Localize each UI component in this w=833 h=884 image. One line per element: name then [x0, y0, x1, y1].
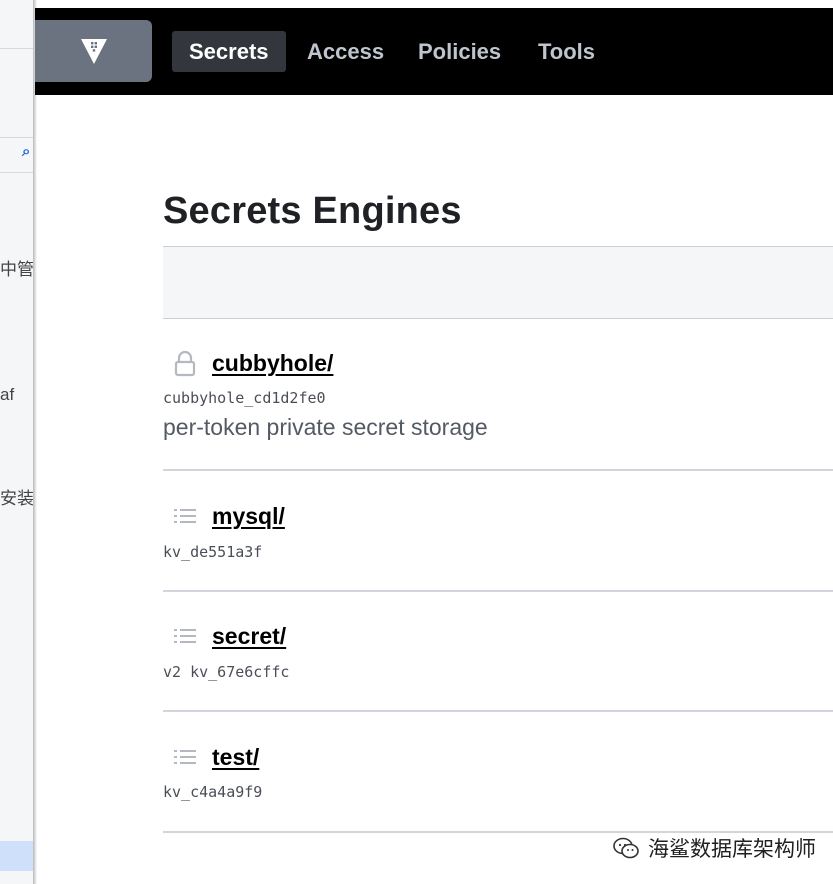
watermark-text: 海鲨数据库架构师 [648, 838, 816, 861]
engine-row-secret: secret/ v2 kv_67e6cffc [163, 592, 833, 712]
lock-icon [171, 349, 199, 377]
bg-text-fragment: af [0, 385, 15, 404]
nav-tab-policies[interactable]: Policies [401, 31, 518, 72]
page-title: Secrets Engines [163, 190, 462, 232]
nav-tab-tools[interactable]: Tools [521, 31, 612, 72]
toolbar [163, 246, 833, 319]
list-icon [171, 743, 199, 771]
background-window: ⌕ 中管 af 安装 [0, 0, 33, 884]
engine-row-cubbyhole: cubbyhole/ cubbyhole_cd1d2fe0 per-token … [163, 318, 833, 471]
list-icon [171, 502, 199, 530]
engine-row-test: test/ kv_c4a4a9f9 [163, 712, 833, 833]
engine-link-cubbyhole[interactable]: cubbyhole/ [212, 350, 333, 377]
nav-tab-access[interactable]: Access [290, 31, 401, 72]
bg-search-icon: ⌕ [22, 143, 31, 160]
watermark: 海鲨数据库架构师 [612, 833, 816, 863]
engine-accessor: kv_de551a3f [163, 543, 263, 561]
engine-link-secret[interactable]: secret/ [212, 623, 286, 650]
engine-link-test[interactable]: test/ [212, 744, 259, 771]
vault-logo-icon [80, 39, 107, 64]
bg-text-fragment: 中管 [0, 260, 33, 279]
bg-divider [0, 172, 33, 173]
bg-divider [0, 137, 33, 138]
engine-row-mysql: mysql/ kv_de551a3f [163, 471, 833, 592]
engine-description: per-token private secret storage [163, 414, 488, 440]
nav-tab-secrets[interactable]: Secrets [172, 31, 286, 72]
bg-divider [0, 48, 33, 49]
window-edge-shadow [33, 0, 37, 884]
engine-accessor: v2 kv_67e6cffc [163, 663, 290, 681]
list-icon [171, 622, 199, 650]
engine-accessor: kv_c4a4a9f9 [163, 783, 263, 801]
bg-selected-row [0, 841, 33, 871]
engine-accessor: cubbyhole_cd1d2fe0 [163, 389, 326, 407]
bg-text-fragment: 安装 [0, 489, 33, 508]
wechat-icon [612, 836, 640, 860]
engine-link-mysql[interactable]: mysql/ [212, 503, 285, 530]
top-navigation: Secrets Access Policies Tools [35, 8, 833, 95]
home-logo-button[interactable] [35, 20, 152, 82]
